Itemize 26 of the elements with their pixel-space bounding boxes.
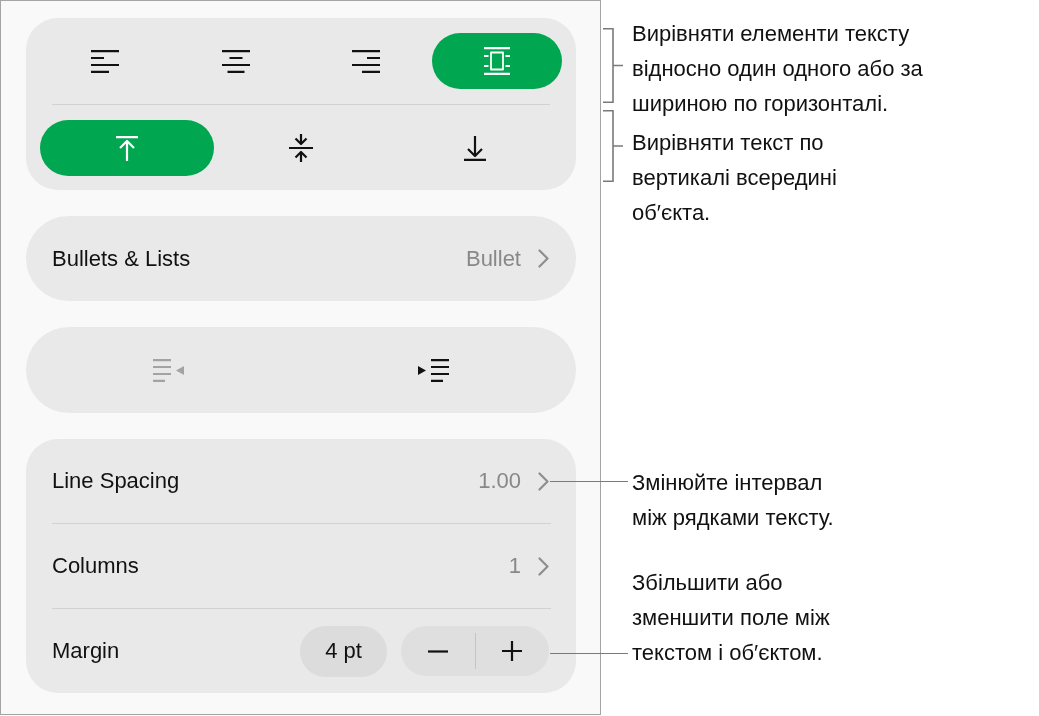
row-value: Bullet	[465, 245, 521, 272]
align-middle-icon	[289, 134, 313, 162]
annotation-text: Вирівняти текст по вертикалі всередині об′єкта.	[632, 129, 837, 227]
align-top-icon	[116, 135, 138, 161]
minus-icon	[427, 649, 448, 653]
plus-icon	[502, 641, 523, 661]
annotation-text: Збільшити або зменшити поле між текстом і об′єктом.	[632, 569, 830, 667]
chevron-right-icon	[538, 556, 549, 576]
row-label: Bullets & Lists	[52, 245, 192, 272]
chevron-right-icon	[538, 249, 549, 268]
row-label: Columns	[52, 553, 140, 579]
vertical-alignment-button[interactable]	[40, 120, 214, 176]
row-value: 1.00	[478, 468, 521, 494]
chevron-right-icon	[538, 471, 549, 491]
align-right-icon	[352, 49, 381, 73]
row-label: Margin	[52, 638, 121, 664]
align-center-icon	[221, 49, 250, 73]
annotation-text: Вирівняти елементи тексту відносно один одного або за шириною по горизонталі.	[632, 20, 923, 118]
row-value: 1	[508, 553, 521, 579]
row-label: Line Spacing	[52, 468, 181, 494]
text-box-icon	[483, 47, 510, 75]
value-field[interactable]: 4 pt	[300, 625, 387, 677]
callout-bracket	[603, 110, 623, 182]
annotation-text: Змінюйте інтервал між рядками тексту.	[632, 469, 834, 532]
align-left-icon	[91, 49, 120, 73]
align-bottom-icon	[464, 135, 486, 161]
